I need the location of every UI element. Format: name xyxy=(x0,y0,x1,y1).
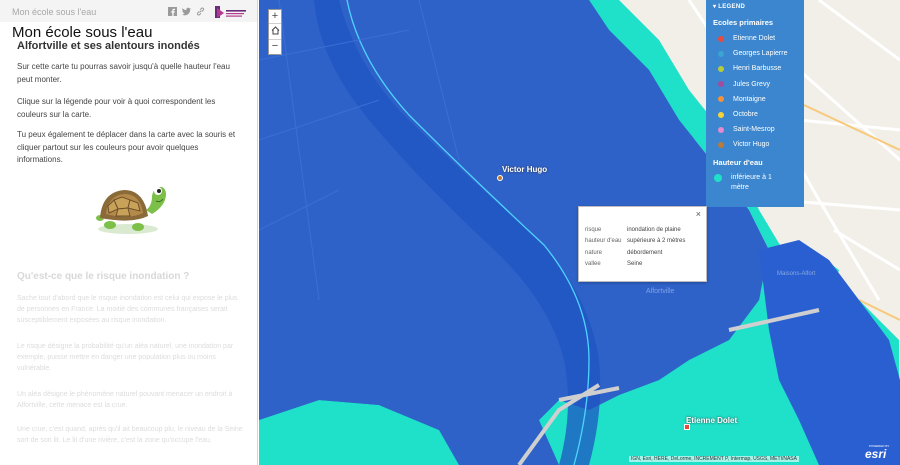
popup-row: risque inondation de plaine xyxy=(585,224,685,236)
alfortville-label: Alfortville xyxy=(646,288,675,295)
legend-swatch xyxy=(718,126,724,133)
home-icon xyxy=(271,26,279,35)
victor-hugo-marker[interactable] xyxy=(497,175,503,181)
popup-key: hauteur d'eau xyxy=(585,238,622,245)
esri-logo[interactable]: esri xyxy=(865,447,886,461)
legend-item-label: Henri Barbusse xyxy=(733,65,782,73)
popup-attribute-table: risque inondation de plaine hauteur d'eau… xyxy=(585,224,685,270)
intro-paragraph-3: Tu peux également te déplacer dans la ca… xyxy=(17,130,236,164)
faded-paragraph-1: Sache tout d'abord que le risque inondat… xyxy=(17,295,238,324)
map-attribution: IGN, Esri, HERE, DeLorme, INCREMENT P, I… xyxy=(629,456,799,462)
popup-row: nature débordement xyxy=(585,247,685,259)
popup-row: hauteur d'eau supérieure à 2 mètres xyxy=(585,236,685,248)
legend-item-label: Jules Grevy xyxy=(733,80,770,88)
legend-item[interactable]: Victor Hugo xyxy=(706,137,804,152)
app-small-title: Mon école sous l'eau xyxy=(12,7,97,17)
victor-hugo-label: Victor Hugo xyxy=(502,165,548,174)
legend-schools-title: Ecoles primaires xyxy=(713,18,774,27)
zoom-control: + − xyxy=(268,9,282,55)
intro-paragraph-1: Sur cette carte tu pourras savoir jusqu'… xyxy=(17,62,230,84)
legend-header[interactable]: ▾ LEGEND xyxy=(706,0,804,11)
legend-item[interactable]: Jules Grevy xyxy=(706,77,804,92)
link-icon[interactable] xyxy=(196,7,205,16)
faded-paragraph-2: Le risque désigne la probabilité qu'un a… xyxy=(17,343,234,372)
legend-item-label: inférieure à 1 mètre xyxy=(731,173,772,191)
popup-key: nature xyxy=(585,249,603,256)
legend-item-label: Georges Lapierre xyxy=(733,50,788,58)
legend-swatch xyxy=(718,35,724,42)
legend-swatch xyxy=(718,111,724,118)
story-panel: Mon école sous l'eau Mon école sous l'ea… xyxy=(0,0,258,465)
faded-paragraph-4: Une crue, c'est quand, après qu'il ait b… xyxy=(17,426,243,444)
feature-popup: × risque inondation de plaine hauteur d'e… xyxy=(578,206,707,282)
legend-swatch xyxy=(718,81,724,88)
legend-item[interactable]: Montaigne xyxy=(706,92,804,107)
university-logo xyxy=(215,6,246,18)
turtle-illustration xyxy=(96,186,166,234)
zoom-in-button[interactable]: + xyxy=(269,10,281,24)
zoom-out-button[interactable]: − xyxy=(269,40,281,54)
section-title: Alfortville et ses alentours inondés xyxy=(17,40,200,52)
legend-swatch xyxy=(718,141,724,148)
legend-item-label: Octobre xyxy=(733,111,758,119)
legend-item[interactable]: Saint-Mesrop xyxy=(706,122,804,137)
popup-value: inondation de plaine xyxy=(627,226,681,233)
popup-close-button[interactable]: × xyxy=(696,209,701,219)
faded-section-heading: Qu'est-ce que le risque inondation ? xyxy=(17,271,190,282)
popup-key: risque xyxy=(585,226,602,233)
popup-key: vallee xyxy=(585,261,601,268)
intro-paragraph-2: Clique sur la légende pour voir à quoi c… xyxy=(17,97,216,119)
legend-panel[interactable]: ▾ LEGEND Ecoles primaires Etienne Dolet … xyxy=(706,0,804,207)
legend-water-title: Hauteur d'eau xyxy=(713,157,763,167)
legend-schools-list: Etienne Dolet Georges Lapierre Henri Bar… xyxy=(706,27,804,153)
legend-item[interactable]: Etienne Dolet xyxy=(706,31,804,46)
flood-map[interactable]: Victor Hugo Etienne Dolet Alfortville Ma… xyxy=(259,0,900,465)
app-title: Mon école sous l'eau xyxy=(12,24,153,41)
legend-swatch xyxy=(718,96,724,103)
legend-swatch xyxy=(714,173,722,182)
legend-item-label: Saint-Mesrop xyxy=(733,126,775,134)
twitter-icon[interactable] xyxy=(182,7,191,16)
maisons-alfort-label: Maisons-Alfort xyxy=(777,271,816,277)
home-button[interactable] xyxy=(269,26,281,40)
social-links xyxy=(168,7,205,16)
facebook-icon[interactable] xyxy=(168,7,177,16)
legend-item[interactable]: Georges Lapierre xyxy=(706,46,804,61)
legend-item[interactable]: inférieure à 1 mètre xyxy=(706,167,804,193)
legend-item-label: Etienne Dolet xyxy=(733,35,776,43)
popup-row: vallee Seine xyxy=(585,259,685,271)
legend-swatch xyxy=(718,65,724,72)
popup-value: supérieure à 2 mètres xyxy=(627,238,686,245)
legend-swatch xyxy=(718,50,724,57)
popup-value: Seine xyxy=(627,261,643,268)
popup-value: débordement xyxy=(627,249,663,256)
legend-header-label: LEGEND xyxy=(718,4,746,10)
legend-item[interactable]: Octobre xyxy=(706,107,804,122)
legend-item[interactable]: Henri Barbusse xyxy=(706,61,804,76)
legend-item-label: Montaigne xyxy=(733,95,766,103)
faded-paragraph-3: Un aléa désigne le phénomène naturel pou… xyxy=(17,391,233,409)
etienne-dolet-label: Etienne Dolet xyxy=(686,416,738,425)
legend-item-label: Victor Hugo xyxy=(733,141,770,149)
